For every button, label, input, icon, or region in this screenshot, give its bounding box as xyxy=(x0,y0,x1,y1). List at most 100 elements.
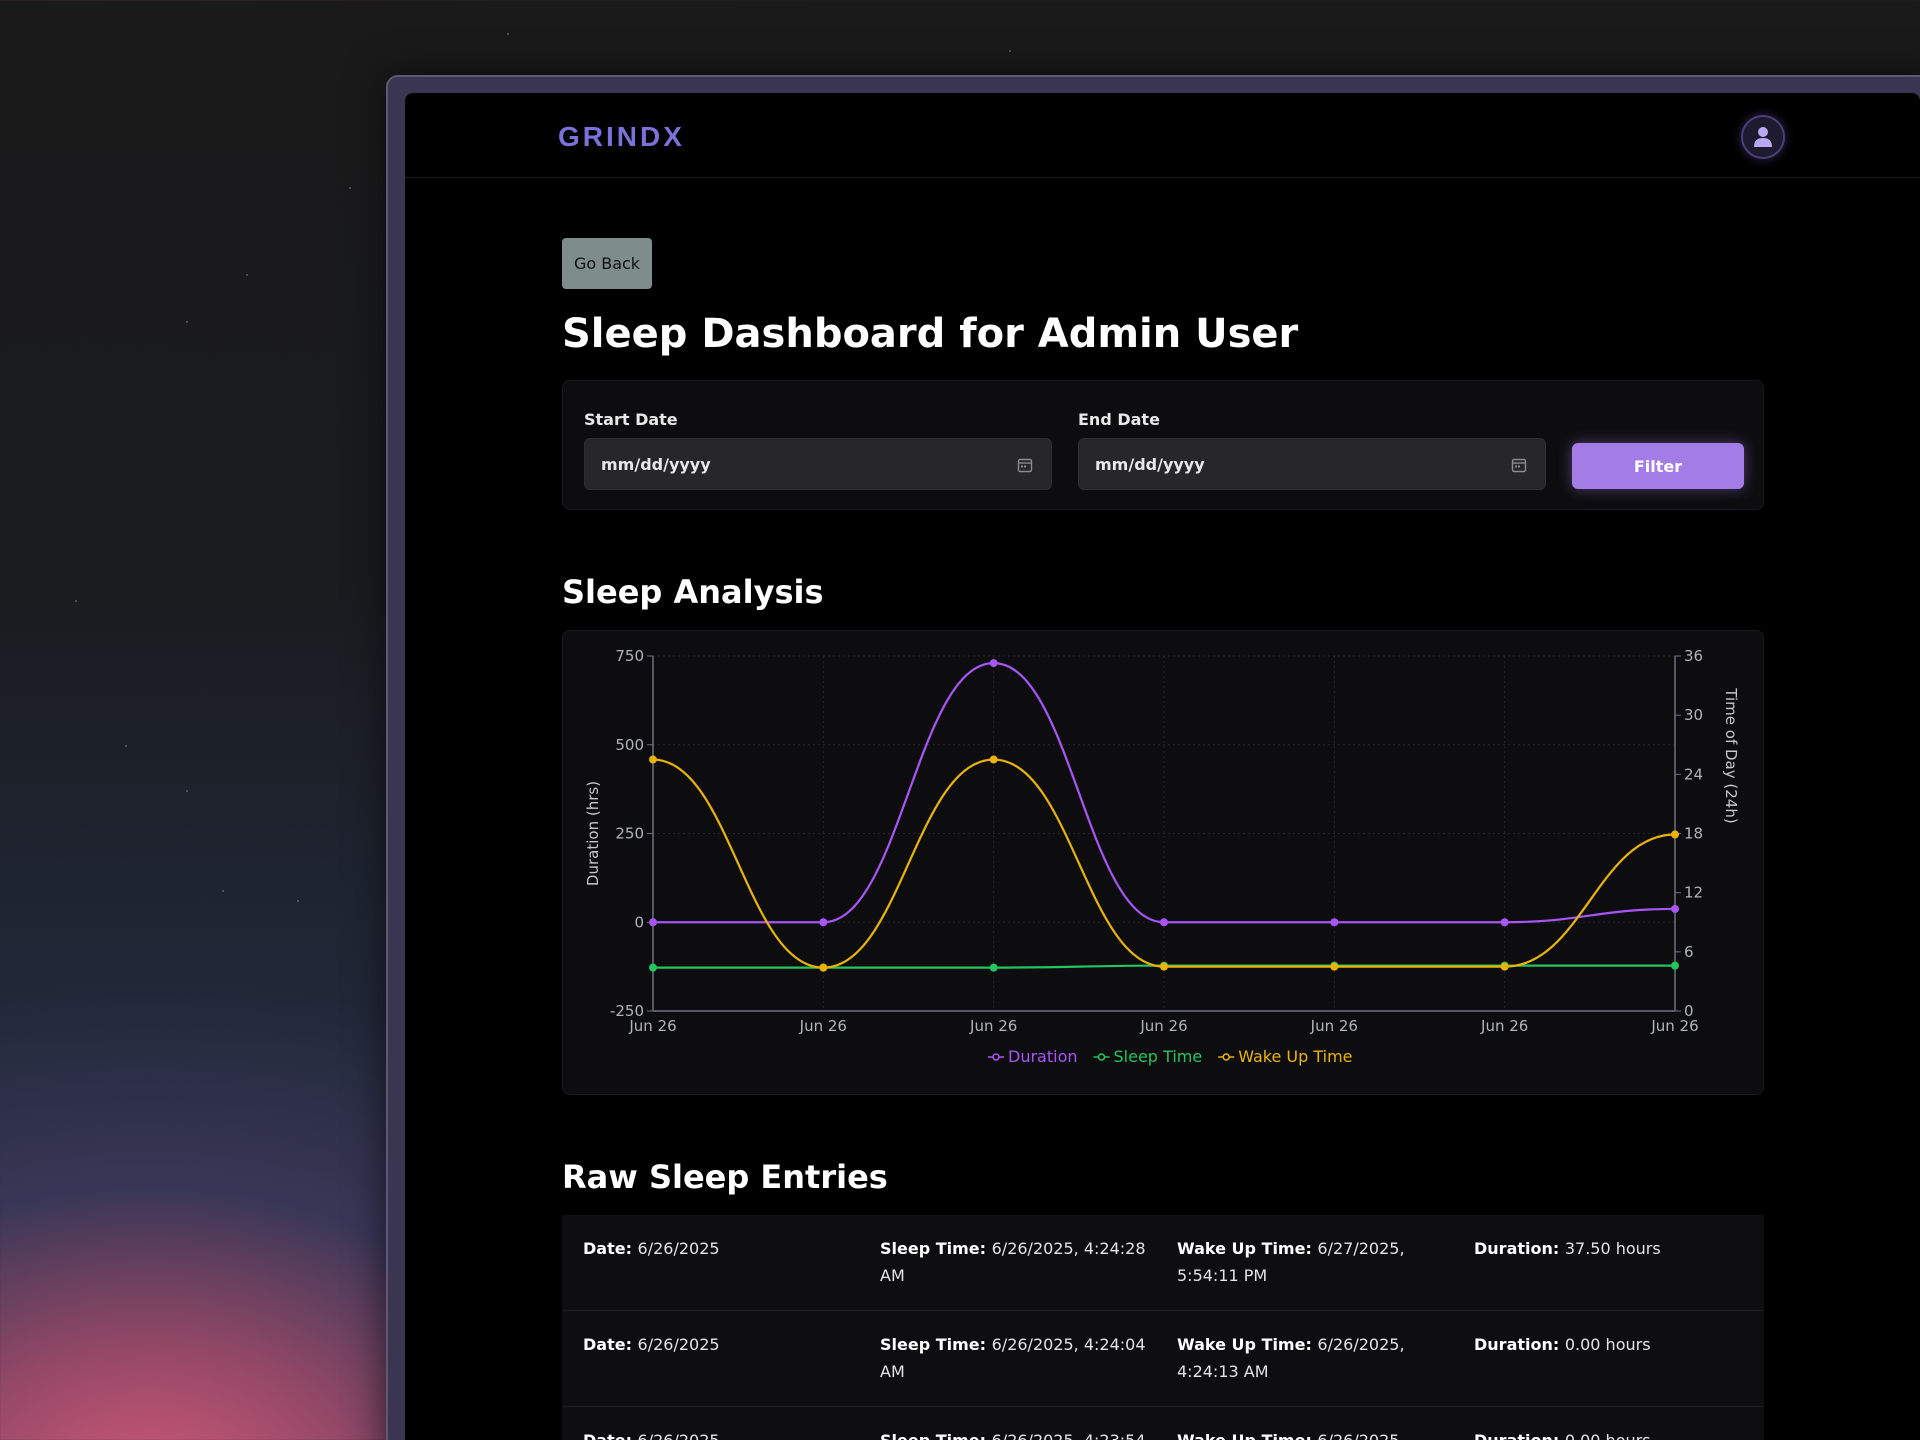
wake-up-time-point xyxy=(989,755,998,764)
app-logo[interactable]: GRINDX xyxy=(558,121,685,153)
entry-wake-label: Wake Up Time: xyxy=(1177,1431,1317,1440)
entry-date-label: Date: xyxy=(583,1335,638,1354)
x-tick-label: Jun 26 xyxy=(1480,1017,1528,1035)
y-tick-label: 0 xyxy=(634,913,644,931)
entry-duration-value: 37.50 hours xyxy=(1564,1239,1661,1258)
entry-sleep: Sleep Time: 6/26/2025, 4:24:04 AM xyxy=(880,1331,1150,1385)
entry-sleep: Sleep Time: 6/26/2025, 4:24:28 AM xyxy=(880,1235,1150,1289)
background-star xyxy=(349,187,351,189)
sleep-time-point xyxy=(989,963,998,972)
y2-tick-label: 6 xyxy=(1684,943,1694,961)
entry-date-value: 6/26/2025 xyxy=(638,1431,720,1440)
entry-duration: Duration: 0.00 hours xyxy=(1474,1427,1744,1440)
entry-sleep: Sleep Time: 6/26/2025, 4:23:54 xyxy=(880,1427,1150,1440)
duration-legend-marker xyxy=(992,1053,1000,1061)
duration-point xyxy=(989,659,998,668)
y2-tick-label: 18 xyxy=(1684,825,1703,843)
go-back-button[interactable]: Go Back xyxy=(562,238,652,289)
entry-wake: Wake Up Time: 6/27/2025, 5:54:11 PM xyxy=(1177,1235,1447,1289)
y-tick-label: 250 xyxy=(615,825,644,843)
y2-tick-label: 12 xyxy=(1684,884,1703,902)
entry-date-value: 6/26/2025 xyxy=(637,1335,720,1354)
background-star xyxy=(125,745,127,747)
entry-date-label: Date: xyxy=(583,1239,638,1258)
background-star xyxy=(186,790,188,792)
entry-wake-label: Wake Up Time: xyxy=(1177,1335,1318,1354)
entry-wake: Wake Up Time: 6/26/2025, 4:23:59 xyxy=(1177,1427,1447,1440)
entry-duration-value: 0.00 hours xyxy=(1564,1335,1651,1354)
sleep-analysis-title: Sleep Analysis xyxy=(562,573,824,611)
calendar-icon[interactable] xyxy=(1511,457,1527,473)
sleep-time-point xyxy=(1671,961,1679,970)
entry-duration: Duration: 0.00 hours xyxy=(1474,1331,1744,1358)
x-tick-label: Jun 26 xyxy=(969,1017,1017,1035)
entry-duration-value: 0.00 hours xyxy=(1565,1431,1651,1440)
user-icon xyxy=(1754,127,1772,147)
start-date-label: Start Date xyxy=(584,410,678,429)
start-date-placeholder: mm/dd/yyyy xyxy=(601,454,711,474)
background-star xyxy=(297,900,299,902)
entry-row: Date: 6/26/2025 Sleep Time: 6/26/2025, 4:… xyxy=(562,1407,1764,1440)
entry-duration-label: Duration: xyxy=(1474,1335,1565,1354)
y-tick-label: 500 xyxy=(615,736,644,754)
date-filter-card: Start Date mm/dd/yyyy End Date mm/dd/yyy… xyxy=(562,380,1764,510)
end-date-placeholder: mm/dd/yyyy xyxy=(1095,454,1205,474)
end-date-label: End Date xyxy=(1078,410,1160,429)
entry-date-label: Date: xyxy=(583,1431,638,1440)
end-date-input[interactable]: mm/dd/yyyy xyxy=(1078,438,1546,490)
start-date-input[interactable]: mm/dd/yyyy xyxy=(584,438,1052,490)
app-screen: GRINDX Go Back Sleep Dashboard for Admin… xyxy=(405,93,1920,1440)
background-star xyxy=(1009,50,1011,52)
entry-sleep-label: Sleep Time: xyxy=(880,1239,992,1258)
entry-sleep-label: Sleep Time: xyxy=(880,1335,992,1354)
y-tick-label: 750 xyxy=(615,647,644,665)
background-star xyxy=(222,890,224,892)
sleep-time-point xyxy=(649,963,657,972)
x-tick-label: Jun 26 xyxy=(1310,1017,1358,1035)
entry-date: Date: 6/26/2025 xyxy=(583,1427,853,1440)
calendar-icon[interactable] xyxy=(1017,457,1033,473)
wake-up-time-legend-label: Wake Up Time xyxy=(1238,1047,1352,1066)
entry-duration-label: Duration: xyxy=(1474,1239,1565,1258)
navbar: GRINDX xyxy=(405,93,1920,178)
y2-tick-label: 36 xyxy=(1684,647,1703,665)
filter-button[interactable]: Filter xyxy=(1572,443,1744,489)
wake-up-time-point xyxy=(1160,962,1168,971)
y2-tick-label: 30 xyxy=(1684,706,1703,724)
entry-date-value: 6/26/2025 xyxy=(637,1239,720,1258)
y-axis-title: Duration (hrs) xyxy=(584,781,602,886)
entry-wake-label: Wake Up Time: xyxy=(1177,1239,1318,1258)
duration-point xyxy=(1500,918,1509,927)
entry-row: Date: 6/26/2025 Sleep Time: 6/26/2025, 4:… xyxy=(562,1311,1764,1407)
wake-up-time-legend-marker xyxy=(1222,1053,1230,1061)
entry-date: Date: 6/26/2025 xyxy=(583,1235,853,1262)
entry-sleep-value: 6/26/2025, 4:23:54 xyxy=(992,1431,1146,1440)
y2-axis-title: Time of Day (24h) xyxy=(1722,687,1740,823)
sleep-chart: -2500250500750061218243036Jun 26 Jun 26 Ju… xyxy=(584,647,1740,1066)
raw-entries-title: Raw Sleep Entries xyxy=(562,1158,888,1196)
background-star xyxy=(246,274,248,276)
background-star xyxy=(186,321,188,323)
duration-legend-label: Duration xyxy=(1008,1047,1078,1066)
sleep-time-legend-label: Sleep Time xyxy=(1114,1047,1203,1066)
y2-tick-label: 24 xyxy=(1684,765,1703,783)
wake-up-time-point xyxy=(819,963,828,972)
duration-point xyxy=(649,918,657,927)
duration-point xyxy=(1160,918,1168,927)
sleep-time-legend-marker xyxy=(1097,1053,1106,1061)
entry-row: Date: 6/26/2025 Sleep Time: 6/26/2025, 4:… xyxy=(562,1215,1764,1311)
wake-up-time-point xyxy=(1500,962,1509,971)
entry-sleep-label: Sleep Time: xyxy=(880,1431,992,1440)
wake-up-time-point xyxy=(649,755,657,764)
x-tick-label: Jun 26 xyxy=(1650,1017,1698,1035)
duration-point xyxy=(1330,918,1339,927)
page-title: Sleep Dashboard for Admin User xyxy=(562,311,1299,357)
x-tick-label: Jun 26 xyxy=(628,1017,676,1035)
entry-wake: Wake Up Time: 6/26/2025, 4:24:13 AM xyxy=(1177,1331,1447,1385)
x-tick-label: Jun 26 xyxy=(799,1017,847,1035)
entry-date: Date: 6/26/2025 xyxy=(583,1331,853,1358)
background-star xyxy=(75,600,77,602)
entry-duration-label: Duration: xyxy=(1474,1431,1565,1440)
wake-up-time-point xyxy=(1671,830,1679,839)
user-avatar-button[interactable] xyxy=(1741,115,1785,159)
